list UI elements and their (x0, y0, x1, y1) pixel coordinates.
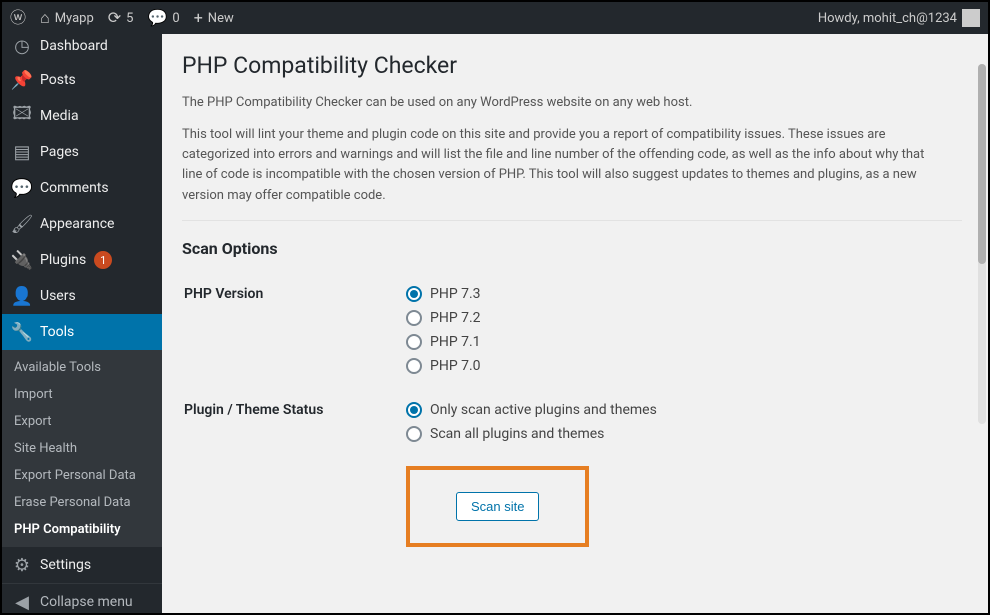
sidebar-item-label: Media (40, 108, 79, 124)
plugin-icon: 🔌 (12, 250, 32, 270)
sidebar-item-comments[interactable]: 💬 Comments (2, 170, 162, 206)
page-title: PHP Compatibility Checker (182, 52, 968, 79)
divider (182, 220, 962, 221)
sidebar-item-label: Appearance (40, 216, 114, 232)
status-option[interactable]: Scan all plugins and themes (406, 422, 960, 446)
sidebar-item-dashboard[interactable]: ◷ Dashboard (2, 34, 162, 62)
sidebar-item-label: Tools (40, 324, 74, 340)
avatar (962, 9, 980, 27)
new-label: New (208, 11, 234, 26)
comments-count: 0 (172, 11, 179, 26)
account-link[interactable]: Howdy, mohit_ch@1234 (818, 9, 980, 27)
subitem-site-health[interactable]: Site Health (2, 435, 162, 462)
comment-icon: 💬 (12, 178, 32, 198)
php-version-option[interactable]: PHP 7.3 (406, 282, 960, 306)
updates-link[interactable]: ⟳5 (108, 10, 134, 26)
subitem-available-tools[interactable]: Available Tools (2, 354, 162, 381)
wordpress-icon: ⓦ (10, 10, 26, 26)
refresh-icon: ⟳ (108, 10, 121, 26)
media-icon: 🖾 (12, 106, 32, 126)
settings-icon: ⚙ (12, 555, 32, 575)
subitem-php-compat[interactable]: PHP Compatibility (2, 516, 162, 543)
sidebar-item-label: Comments (40, 180, 109, 196)
user-icon: 👤 (12, 286, 32, 306)
howdy-text: Howdy, mohit_ch@1234 (818, 11, 957, 26)
site-name: Myapp (55, 11, 94, 26)
subitem-export[interactable]: Export (2, 408, 162, 435)
admin-sidebar: ◷ Dashboard 📌 Posts 🖾 Media ▤ Pages 💬 Co… (2, 34, 162, 613)
scan-options-heading: Scan Options (182, 239, 968, 258)
scrollbar-thumb[interactable] (978, 64, 986, 264)
wp-logo[interactable]: ⓦ (10, 10, 26, 26)
sidebar-item-media[interactable]: 🖾 Media (2, 98, 162, 134)
subitem-export-personal[interactable]: Export Personal Data (2, 462, 162, 489)
option-label: PHP 7.1 (430, 334, 481, 350)
comment-icon: 💬 (147, 10, 167, 26)
sidebar-item-label: Collapse menu (40, 594, 133, 610)
php-version-label: PHP Version (184, 278, 404, 392)
status-label: Plugin / Theme Status (184, 394, 404, 460)
updates-count: 5 (126, 11, 133, 26)
php-version-option[interactable]: PHP 7.0 (406, 354, 960, 378)
option-label: Only scan active plugins and themes (430, 402, 657, 418)
option-label: PHP 7.2 (430, 310, 481, 326)
home-icon: ⌂ (40, 10, 50, 26)
scan-site-button[interactable]: Scan site (456, 492, 539, 521)
radio-icon (406, 334, 422, 350)
sidebar-item-label: Posts (40, 72, 76, 88)
sidebar-item-settings[interactable]: ⚙ Settings (2, 547, 162, 583)
sidebar-item-label: Plugins (40, 252, 86, 268)
sidebar-item-label: Users (40, 288, 76, 304)
sidebar-item-collapse[interactable]: ◀ Collapse menu (2, 583, 162, 613)
sidebar-item-tools[interactable]: 🔧 Tools (2, 314, 162, 350)
sidebar-item-label: Dashboard (40, 38, 108, 54)
intro-text: The PHP Compatibility Checker can be use… (182, 93, 942, 113)
subitem-import[interactable]: Import (2, 381, 162, 408)
comments-link[interactable]: 💬0 (147, 10, 179, 26)
sidebar-item-label: Settings (40, 557, 91, 573)
scan-highlight: Scan site (406, 466, 589, 547)
subitem-erase-personal[interactable]: Erase Personal Data (2, 489, 162, 516)
wrench-icon: 🔧 (12, 322, 32, 342)
radio-icon (406, 358, 422, 374)
brush-icon: 🖌 (12, 214, 32, 234)
php-version-option[interactable]: PHP 7.2 (406, 306, 960, 330)
radio-icon (406, 286, 422, 302)
scrollbar[interactable] (978, 64, 986, 424)
page-icon: ▤ (12, 142, 32, 162)
option-label: PHP 7.3 (430, 286, 481, 302)
sidebar-item-appearance[interactable]: 🖌 Appearance (2, 206, 162, 242)
plus-icon: + (194, 10, 203, 26)
site-link[interactable]: ⌂ Myapp (40, 10, 94, 26)
radio-icon (406, 402, 422, 418)
sidebar-item-users[interactable]: 👤 Users (2, 278, 162, 314)
sidebar-item-plugins[interactable]: 🔌 Plugins 1 (2, 242, 162, 278)
main-content: PHP Compatibility Checker The PHP Compat… (162, 34, 988, 613)
sidebar-item-pages[interactable]: ▤ Pages (2, 134, 162, 170)
tools-submenu: Available Tools Import Export Site Healt… (2, 350, 162, 547)
pin-icon: 📌 (12, 70, 32, 90)
plugin-badge: 1 (94, 251, 112, 269)
sidebar-item-posts[interactable]: 📌 Posts (2, 62, 162, 98)
radio-icon (406, 426, 422, 442)
collapse-icon: ◀ (12, 592, 32, 612)
dashboard-icon: ◷ (12, 36, 32, 56)
new-link[interactable]: + New (194, 10, 234, 26)
php-version-option[interactable]: PHP 7.1 (406, 330, 960, 354)
radio-icon (406, 310, 422, 326)
option-label: Scan all plugins and themes (430, 426, 604, 442)
status-option[interactable]: Only scan active plugins and themes (406, 398, 960, 422)
sidebar-item-label: Pages (40, 144, 79, 160)
option-label: PHP 7.0 (430, 358, 481, 374)
admin-bar: ⓦ ⌂Myapp ⟳5 💬0 +New Howdy, mohit_ch@1234 (2, 2, 988, 34)
desc-text: This tool will lint your theme and plugi… (182, 125, 942, 206)
